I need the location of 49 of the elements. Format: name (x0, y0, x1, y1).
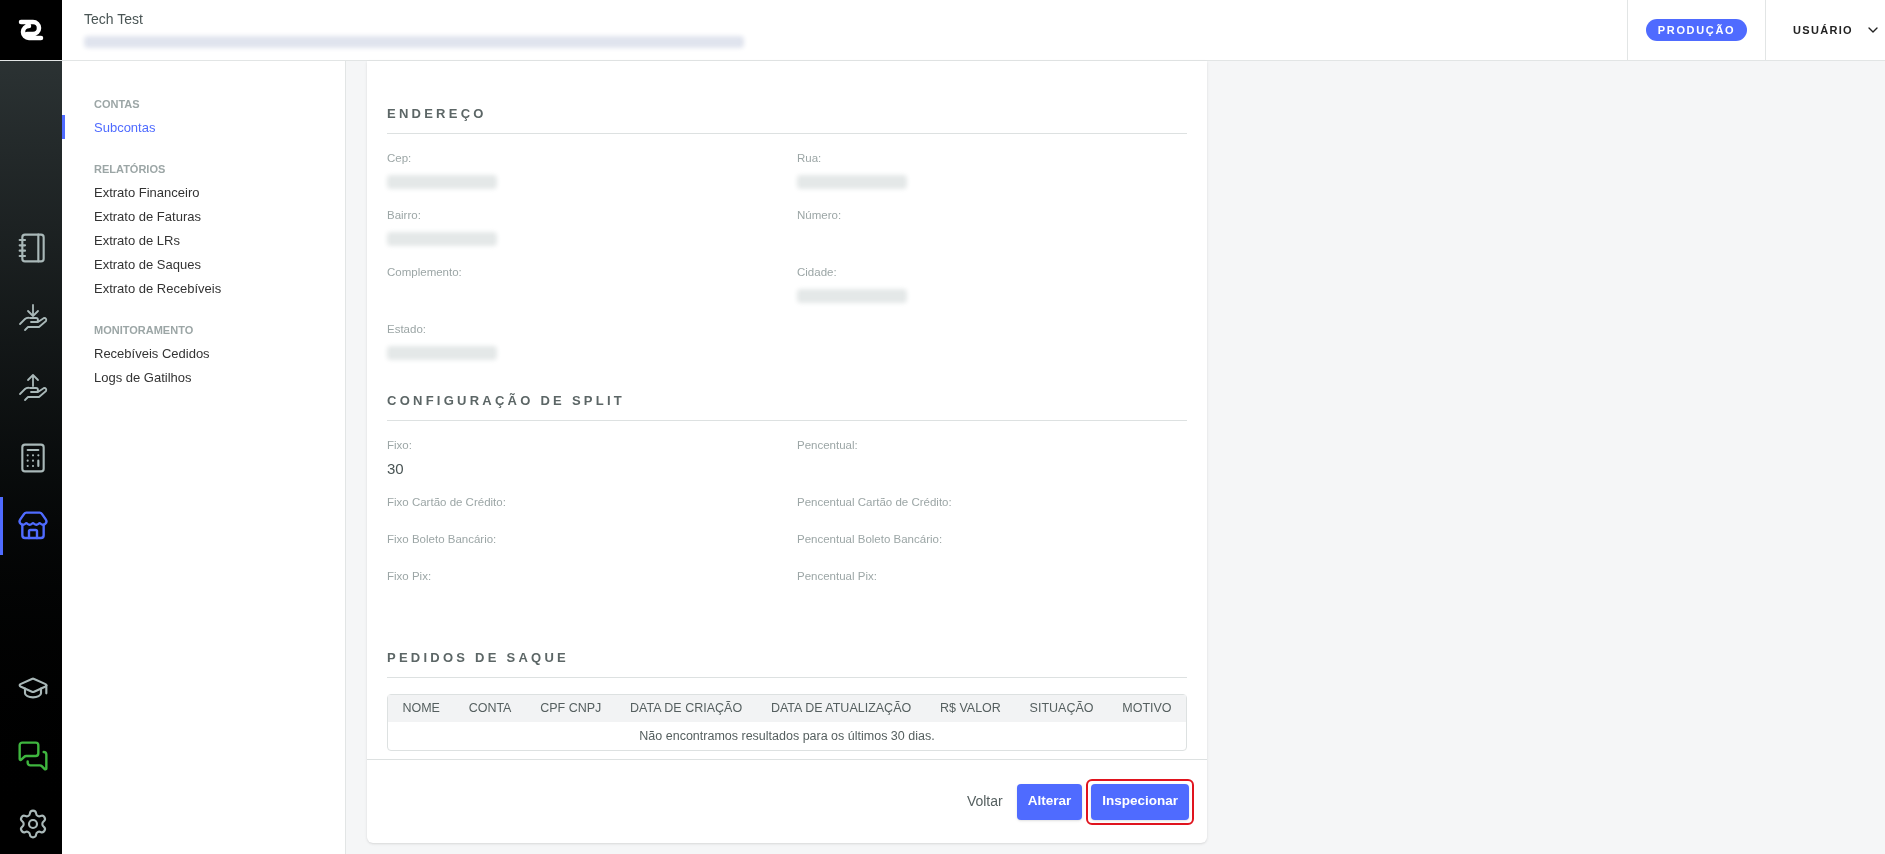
field-label: Fixo Pix: (387, 569, 433, 584)
sidebar-link[interactable]: Extrato de LRs (94, 233, 180, 248)
section-title: CONFIGURAÇÃO DE SPLIT (387, 393, 625, 408)
field-label: Pencentual: (797, 438, 859, 453)
field-value: 30 (387, 459, 405, 480)
column-header: R$ VALOR (939, 700, 1001, 718)
action-button[interactable]: Inspecionar (1091, 783, 1189, 820)
store-icon (16, 510, 49, 542)
field-label: Fixo Cartão de Crédito: (387, 495, 507, 510)
field-label: Rua: (797, 151, 823, 166)
sidebar-heading: RELATÓRIOS (94, 163, 166, 175)
account-title: Tech Test (84, 10, 144, 29)
hand-up-arrow-icon (16, 372, 49, 404)
sidebar-link[interactable]: Extrato de Faturas (94, 209, 201, 224)
column-header: SITUAÇÃO (1029, 700, 1094, 718)
field-label: Bairro: (387, 208, 422, 223)
column-header: CPF CNPJ (540, 700, 602, 718)
field-label: Número: (797, 208, 843, 223)
sidebar-link[interactable]: Extrato Financeiro (94, 185, 200, 200)
environment-badge: PRODUÇÃO (1645, 18, 1748, 42)
sidebar-link[interactable]: Extrato de Saques (94, 257, 201, 272)
action-button[interactable]: Alterar (1016, 783, 1083, 820)
field-label: Pencentual Cartão de Crédito: (797, 495, 953, 510)
field-label: Cidade: (797, 265, 838, 280)
field-label: Pencentual Pix: (797, 569, 878, 584)
sidebar-link[interactable]: Extrato de Recebíveis (94, 281, 222, 296)
sidebar-link[interactable]: Recebíveis Cedidos (94, 346, 210, 361)
sidebar-link[interactable]: Subcontas (94, 120, 156, 135)
column-header: NOME (402, 700, 440, 718)
section-title: ENDEREÇO (387, 106, 487, 121)
back-link[interactable]: Voltar (966, 791, 1003, 812)
sidebar-heading: MONITORAMENTO (94, 324, 194, 336)
field-label: Estado: (387, 322, 427, 337)
column-header: DATA DE ATUALIZAÇÃO (770, 700, 912, 718)
field-label: Fixo: (387, 438, 413, 453)
sidebar-link[interactable]: Logs de Gatilhos (94, 370, 192, 385)
field-label: Complemento: (387, 265, 463, 280)
user-menu[interactable]: USUÁRIO (1765, 0, 1885, 60)
sidebar-heading: CONTAS (94, 98, 140, 110)
column-header: MOTIVO (1122, 700, 1172, 718)
chat-bubbles-icon (16, 740, 49, 772)
column-header: CONTA (468, 700, 512, 718)
field-label: Cep: (387, 151, 413, 166)
section-title: PEDIDOS DE SAQUE (387, 650, 570, 665)
column-header: DATA DE CRIAÇÃO (630, 700, 743, 718)
empty-message: Não encontramos resultados para os últimos 30 dias. (639, 727, 935, 745)
hand-down-arrow-icon (16, 302, 49, 334)
field-label: Pencentual Boleto Bancário: (797, 532, 944, 547)
field-label: Fixo Boleto Bancário: (387, 532, 498, 547)
